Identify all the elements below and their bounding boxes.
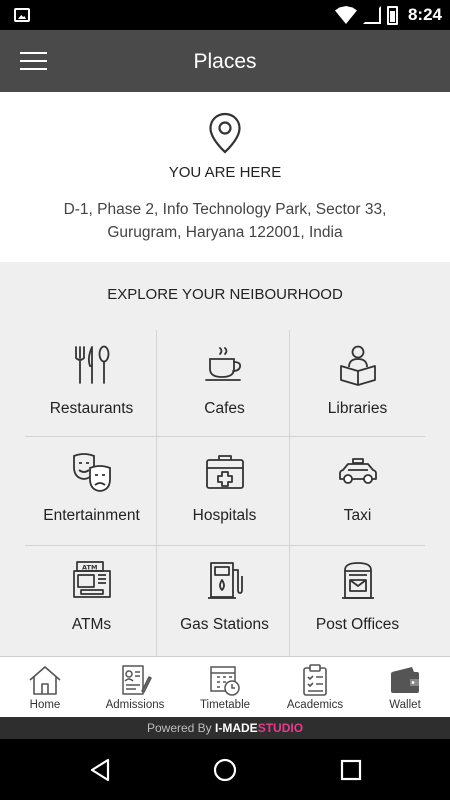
no-signal-icon — [362, 6, 381, 24]
category-label: Gas Stations — [180, 616, 269, 633]
powered-by-prefix: Powered By — [146, 721, 212, 735]
category-atms[interactable]: ATM ATMs — [25, 546, 158, 656]
calendar-clock-icon — [210, 666, 240, 696]
home-button-icon[interactable] — [212, 757, 238, 783]
explore-heading: EXPLORE YOUR NEIBOURHOOD — [107, 286, 343, 303]
address: D-1, Phase 2, Info Technology Park, Sect… — [40, 198, 410, 244]
page-title: Places — [193, 50, 257, 73]
category-cafes[interactable]: Cafes — [158, 330, 291, 436]
nav-academics[interactable]: Academics — [270, 657, 360, 717]
nav-label: Admissions — [105, 699, 165, 711]
library-reader-icon — [340, 345, 376, 386]
you-are-here-label: YOU ARE HERE — [168, 164, 282, 181]
category-label: ATMs — [71, 616, 112, 633]
clock: 8:24 — [407, 5, 442, 24]
category-entertainment[interactable]: Entertainment — [25, 437, 158, 545]
admissions-form-icon — [122, 665, 152, 695]
system-navigation-bar — [0, 739, 450, 800]
category-hospitals[interactable]: Hospitals — [158, 437, 291, 545]
nav-label: Wallet — [389, 699, 421, 711]
category-label: Cafes — [204, 400, 245, 417]
powered-by-footer: Powered By I-MADESTUDIO — [0, 717, 450, 739]
app-bar: Places — [0, 30, 450, 92]
nav-label: Home — [29, 699, 61, 711]
nav-label: Academics — [286, 699, 344, 711]
category-label: Restaurants — [49, 400, 134, 417]
wifi-icon — [334, 6, 357, 24]
category-gas-stations[interactable]: Gas Stations — [158, 546, 291, 656]
status-bar: 8:24 — [0, 0, 450, 30]
recent-apps-icon[interactable] — [338, 757, 364, 783]
explore-section: EXPLORE YOUR NEIBOURHOOD Restaurants Caf… — [0, 262, 450, 656]
brand-name-accent: STUDIO — [257, 721, 304, 735]
nav-wallet[interactable]: Wallet — [360, 657, 450, 717]
first-aid-kit-icon — [206, 455, 244, 489]
location-pin-icon — [209, 112, 241, 154]
atm-icon: ATM — [73, 561, 111, 598]
battery-icon — [386, 5, 398, 25]
category-grid: Restaurants Cafes Libraries Entertainmen… — [25, 330, 425, 656]
category-taxi[interactable]: Taxi — [291, 437, 424, 545]
home-icon — [29, 666, 61, 695]
clipboard-checklist-icon — [303, 664, 327, 696]
category-post-offices[interactable]: Post Offices — [291, 546, 424, 656]
status-icons: 8:24 — [334, 0, 442, 30]
image-notification-icon — [14, 8, 30, 22]
fuel-pump-icon — [208, 562, 243, 599]
nav-admissions[interactable]: Admissions — [90, 657, 180, 717]
current-location-section: YOU ARE HERE D-1, Phase 2, Info Technolo… — [0, 92, 450, 262]
restaurant-icon — [75, 345, 110, 384]
address-line-1: D-1, Phase 2, Info Technology Park, Sect… — [63, 201, 387, 218]
category-label: Entertainment — [43, 507, 140, 524]
address-line-2: Gurugram, Haryana 122001, India — [107, 224, 343, 241]
nav-timetable[interactable]: Timetable — [180, 657, 270, 717]
theater-masks-icon — [73, 453, 111, 492]
taxi-icon — [339, 458, 377, 484]
category-label: Post Offices — [315, 616, 400, 633]
bottom-navigation: Home Admissions Timetable Academics Wall… — [0, 656, 450, 717]
wallet-icon — [391, 667, 419, 693]
mailbox-icon — [342, 562, 374, 599]
brand-name: I-MADE — [215, 721, 258, 735]
category-label: Taxi — [343, 507, 372, 524]
category-label: Libraries — [327, 400, 388, 417]
category-restaurants[interactable]: Restaurants — [25, 330, 158, 436]
category-label: Hospitals — [192, 507, 257, 524]
nav-label: Timetable — [199, 699, 251, 711]
back-icon[interactable] — [88, 757, 114, 783]
category-libraries[interactable]: Libraries — [291, 330, 424, 436]
coffee-cup-icon — [205, 347, 242, 381]
nav-home[interactable]: Home — [0, 657, 90, 717]
